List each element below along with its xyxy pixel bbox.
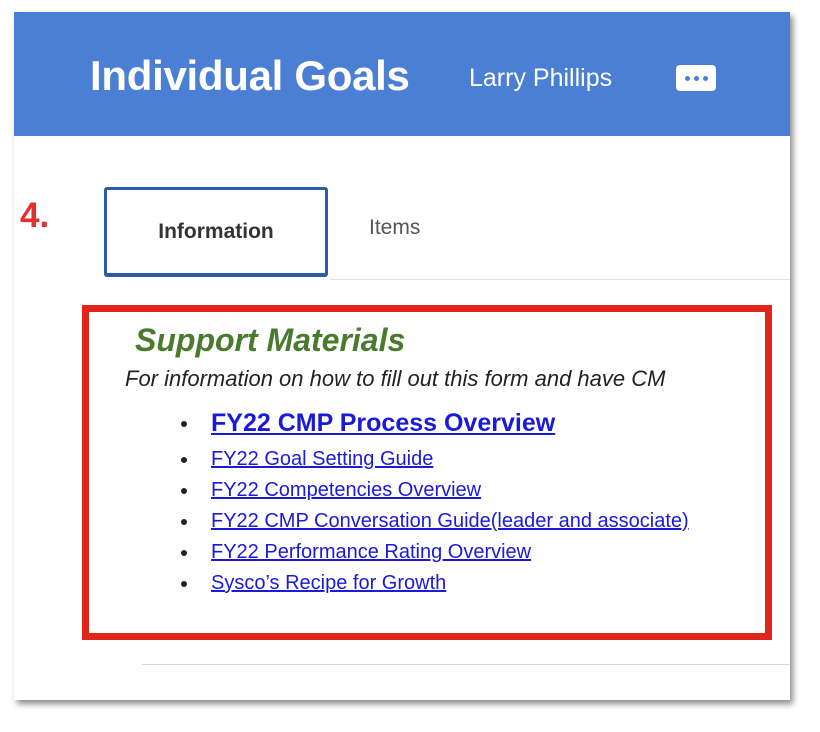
ellipsis-icon	[702, 75, 708, 81]
bullet-icon	[181, 581, 187, 587]
link-conversation-guide[interactable]: FY22 CMP Conversation Guide(leader and a…	[211, 510, 689, 532]
tab-information-label: Information	[158, 219, 274, 243]
list-item: FY22 CMP Process Overview	[177, 404, 689, 444]
list-item: FY22 Competencies Overview	[177, 475, 689, 506]
page-header: Individual Goals Larry Phillips	[14, 12, 790, 136]
link-performance-rating-overview[interactable]: FY22 Performance Rating Overview	[211, 541, 531, 563]
content-divider	[142, 664, 790, 665]
worker-name-link[interactable]: Larry Phillips	[469, 64, 612, 93]
tab-divider	[330, 279, 790, 280]
support-links-list: FY22 CMP Process Overview FY22 Goal Sett…	[177, 404, 689, 599]
link-goal-setting-guide[interactable]: FY22 Goal Setting Guide	[211, 448, 433, 470]
link-competencies-overview[interactable]: FY22 Competencies Overview	[211, 479, 481, 501]
section-heading: Support Materials	[135, 322, 406, 358]
related-actions-button[interactable]	[676, 65, 716, 91]
list-item: FY22 CMP Conversation Guide(leader and a…	[177, 506, 689, 537]
tab-items[interactable]: Items	[369, 216, 420, 240]
bullet-icon	[181, 519, 187, 525]
list-item: FY22 Goal Setting Guide	[177, 444, 689, 475]
bullet-icon	[181, 457, 187, 463]
link-cmp-process-overview[interactable]: FY22 CMP Process Overview	[211, 409, 555, 437]
bullet-icon	[181, 488, 187, 494]
list-item: FY22 Performance Rating Overview	[177, 537, 689, 568]
ellipsis-icon	[684, 75, 690, 81]
ellipsis-icon	[693, 75, 699, 81]
tab-information[interactable]: Information	[104, 187, 328, 277]
intro-text: For information on how to fill out this …	[125, 366, 666, 391]
link-recipe-for-growth[interactable]: Sysco’s Recipe for Growth	[211, 572, 446, 594]
bullet-icon	[181, 550, 187, 556]
step-number-annotation: 4.	[20, 196, 50, 235]
list-item: Sysco’s Recipe for Growth	[177, 568, 689, 599]
support-materials-highlight: Support Materials For information on how…	[82, 305, 772, 640]
bullet-icon	[181, 421, 187, 427]
page-title: Individual Goals	[90, 52, 410, 99]
